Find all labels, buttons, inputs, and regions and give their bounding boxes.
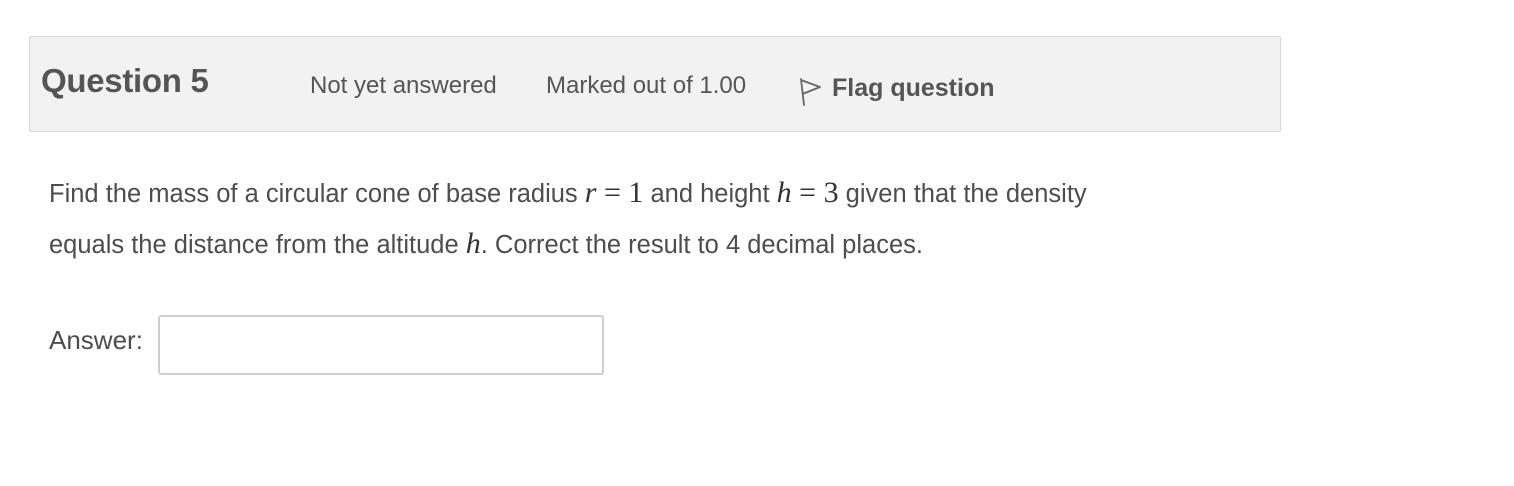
question-text-part: . Correct the result to 4 decimal places… bbox=[480, 231, 923, 259]
math-radius: r = 1 bbox=[585, 176, 644, 209]
answer-input[interactable] bbox=[158, 315, 604, 375]
question-line-2: equals the distance from the altitude h.… bbox=[49, 219, 1249, 270]
answer-label: Answer: bbox=[49, 325, 143, 355]
question-text-part: equals the distance from the altitude bbox=[49, 231, 466, 259]
math-eq-r: = 1 bbox=[596, 176, 644, 209]
question-info-box: Question 5 Not yet answered Marked out o… bbox=[29, 36, 1281, 132]
flag-question-label: Flag question bbox=[832, 73, 995, 102]
flag-icon bbox=[800, 78, 821, 106]
question-line-1: Find the mass of a circular cone of base… bbox=[49, 168, 1249, 219]
question-text: Find the mass of a circular cone of base… bbox=[49, 168, 1249, 270]
flag-question-button[interactable]: Flag question bbox=[798, 69, 995, 107]
question-text-part: Find the mass of a circular cone of base… bbox=[49, 180, 585, 208]
math-height: h = 3 bbox=[777, 176, 839, 209]
question-title: Question 5 bbox=[41, 62, 209, 99]
math-eq-h: = 3 bbox=[791, 176, 839, 209]
math-altitude: h bbox=[466, 227, 481, 260]
question-state: Not yet answered bbox=[310, 72, 497, 99]
math-var-r: r bbox=[584, 176, 597, 209]
math-var-h: h bbox=[776, 176, 792, 209]
math-var-h-altitude: h bbox=[465, 227, 481, 260]
question-text-part: and height bbox=[643, 180, 777, 208]
question-grade: Marked out of 1.00 bbox=[546, 72, 747, 99]
question-text-part: given that the density bbox=[838, 180, 1087, 208]
